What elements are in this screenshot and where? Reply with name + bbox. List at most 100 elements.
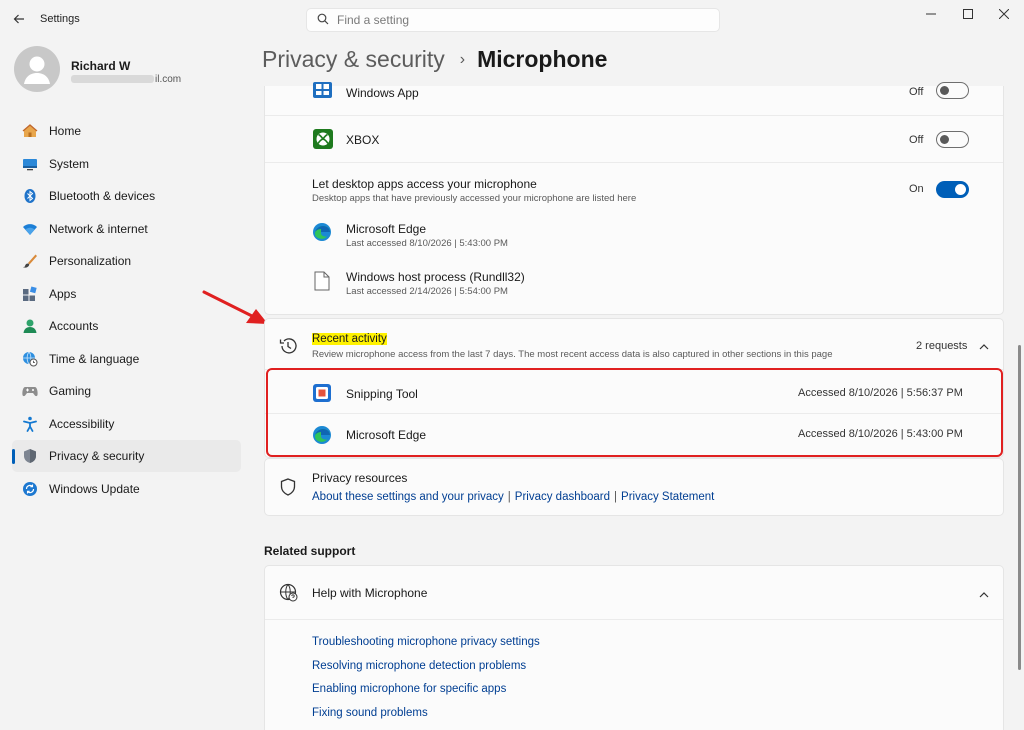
recent-activity-header[interactable]: Recent activity Review microphone access…	[265, 319, 1003, 369]
page-title: Microphone	[477, 46, 608, 72]
chevron-up-icon[interactable]	[979, 340, 989, 354]
help-microphone-card: Help with Microphone Troubleshooting mic…	[264, 565, 1004, 730]
sidebar-item-personalization[interactable]: Personalization	[12, 245, 241, 277]
sidebar-item-label: Time & language	[49, 351, 140, 366]
xbox-icon	[313, 129, 333, 149]
brush-icon	[21, 252, 39, 270]
email-suffix: il.com	[155, 74, 182, 85]
desktop-app-last-accessed: Last accessed 8/10/2026 | 5:43:00 PM	[346, 238, 508, 249]
sidebar-item-time-language[interactable]: Time & language	[12, 343, 241, 375]
xbox-label: XBOX	[346, 133, 380, 147]
help-link[interactable]: Enabling microphone for specific apps	[312, 683, 506, 695]
sidebar-item-label: Privacy & security	[49, 449, 145, 463]
sidebar-item-system[interactable]: System	[12, 148, 241, 180]
maximize-button[interactable]	[951, 4, 985, 24]
edge-icon	[312, 222, 332, 242]
sidebar-item-gaming[interactable]: Gaming	[12, 375, 241, 407]
chevron-right-icon: ›	[459, 50, 466, 68]
annotation-arrow-icon	[202, 290, 268, 324]
recent-activity-title: Recent activity	[312, 333, 387, 345]
recent-app-accessed: Accessed 8/10/2026 | 5:56:37 PM	[798, 387, 963, 399]
recent-activity-subtitle: Review microphone access from the last 7…	[312, 349, 833, 360]
recent-activity-item: Microsoft Edge Accessed 8/10/2026 | 5:43…	[265, 414, 1003, 457]
sidebar-item-home[interactable]: Home	[12, 115, 241, 147]
sidebar-item-network[interactable]: Network & internet	[12, 213, 241, 245]
sidebar-item-label: Windows Update	[49, 481, 140, 496]
xbox-row: XBOX Off	[265, 116, 1003, 162]
sidebar-item-windows-update[interactable]: Windows Update	[12, 473, 241, 505]
desktop-app-name: Microsoft Edge	[346, 222, 427, 236]
recent-app-name: Microsoft Edge	[346, 428, 427, 442]
sidebar-item-label: System	[49, 156, 90, 171]
desktop-apps-subtitle: Desktop apps that have previously access…	[312, 193, 637, 204]
apps-permission-card: Windows App Off XBOX Off Let desktop app…	[264, 82, 1004, 315]
sidebar-item-label: Personalization	[49, 254, 132, 268]
monitor-icon	[21, 155, 39, 173]
app-title: Settings	[40, 13, 80, 25]
close-button[interactable]	[987, 4, 1021, 24]
windows-app-toggle[interactable]	[936, 82, 969, 99]
breadcrumb: Privacy & security › Microphone	[262, 46, 607, 73]
history-icon	[278, 336, 298, 356]
help-link[interactable]: Troubleshooting microphone privacy setti…	[312, 636, 540, 648]
divider	[265, 619, 1003, 620]
snipping-tool-icon	[312, 383, 332, 403]
link-privacy-statement[interactable]: Privacy Statement	[621, 491, 714, 503]
desktop-apps-toggle-state: On	[909, 183, 924, 195]
bluetooth-icon	[21, 187, 39, 205]
search-input[interactable]	[337, 13, 697, 27]
shield-outline-icon	[280, 478, 300, 498]
request-count: 2 requests	[916, 340, 968, 352]
xbox-toggle-state: Off	[909, 134, 924, 146]
shield-icon	[21, 447, 39, 465]
privacy-links: About these settings and your privacy | Pr…	[312, 489, 714, 503]
xbox-toggle[interactable]	[936, 131, 969, 148]
wifi-icon	[21, 220, 39, 238]
desktop-apps-section: Let desktop apps access your microphone …	[265, 163, 1003, 313]
help-link[interactable]: Resolving microphone detection problems	[312, 660, 526, 672]
link-separator: |	[614, 491, 618, 503]
sidebar-item-accessibility[interactable]: Accessibility	[12, 408, 241, 440]
search-box[interactable]	[306, 8, 720, 32]
desktop-apps-title: Let desktop apps access your microphone	[312, 177, 537, 191]
link-privacy-dashboard[interactable]: Privacy dashboard	[515, 491, 610, 503]
link-about-settings[interactable]: About these settings and your privacy	[312, 491, 504, 503]
privacy-resources-title: Privacy resources	[312, 471, 408, 485]
sidebar-item-label: Network & internet	[49, 221, 148, 236]
gamepad-icon	[21, 382, 39, 400]
windows-app-row: Windows App Off	[265, 82, 1003, 116]
accessibility-icon	[21, 415, 39, 433]
chevron-up-icon[interactable]	[979, 588, 989, 602]
recent-activity-card: Recent activity Review microphone access…	[264, 318, 1004, 458]
minimize-button[interactable]	[914, 4, 948, 24]
desktop-app-name: Windows host process (Rundll32)	[346, 270, 525, 284]
breadcrumb-parent[interactable]: Privacy & security	[262, 46, 445, 73]
recent-app-name: Snipping Tool	[346, 387, 418, 401]
sidebar-item-label: Bluetooth & devices	[49, 189, 156, 203]
back-arrow-icon[interactable]	[8, 8, 30, 30]
related-support-heading: Related support	[264, 544, 356, 558]
sidebar-item-bluetooth[interactable]: Bluetooth & devices	[12, 180, 241, 212]
recent-activity-item: Snipping Tool Accessed 8/10/2026 | 5:56:…	[265, 370, 1003, 413]
redacted-email-blur	[71, 75, 154, 84]
avatar[interactable]	[14, 46, 60, 92]
help-link[interactable]: Fixing sound problems	[312, 707, 428, 719]
link-separator: |	[507, 491, 511, 503]
file-icon	[314, 271, 330, 291]
sidebar-item-label: Gaming	[49, 384, 92, 398]
title-bar: Settings	[0, 0, 1024, 40]
scrollbar[interactable]	[1018, 345, 1021, 670]
update-icon	[21, 480, 39, 498]
sidebar-item-label: Apps	[49, 286, 77, 301]
desktop-apps-toggle[interactable]	[936, 181, 969, 198]
windows-app-icon	[313, 82, 332, 98]
windows-app-label: Windows App	[346, 86, 419, 100]
sidebar-item-label: Home	[49, 124, 82, 138]
sidebar-item-privacy-security[interactable]: Privacy & security	[12, 440, 241, 472]
desktop-app-last-accessed: Last accessed 2/14/2026 | 5:54:00 PM	[346, 286, 508, 297]
recent-app-accessed: Accessed 8/10/2026 | 5:43:00 PM	[798, 428, 963, 440]
person-icon	[21, 317, 39, 335]
windows-app-toggle-state: Off	[909, 86, 924, 98]
help-header[interactable]: Help with Microphone	[265, 566, 1003, 619]
privacy-resources-card: Privacy resources About these settings a…	[264, 458, 1004, 516]
